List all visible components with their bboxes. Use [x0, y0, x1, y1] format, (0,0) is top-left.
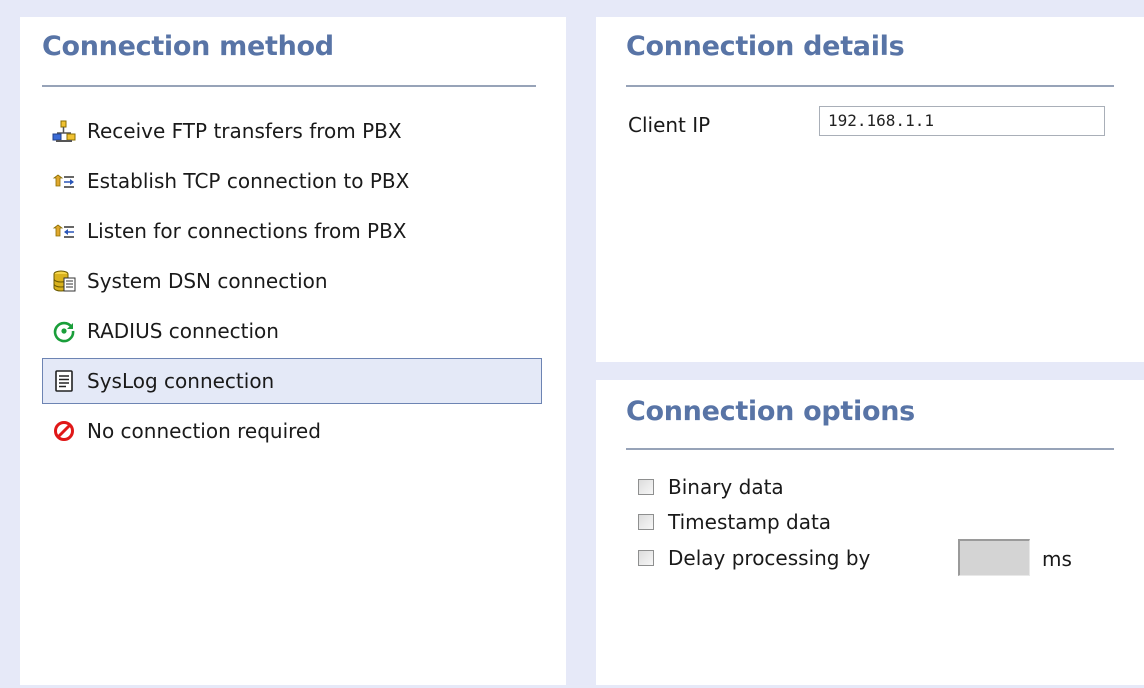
binary-data-option[interactable]: Binary data	[638, 474, 784, 500]
connection-method-title: Connection method	[42, 31, 334, 62]
database-icon	[52, 269, 76, 293]
tcp-inbound-icon	[52, 219, 76, 243]
connection-options-title: Connection options	[626, 396, 915, 427]
method-radius-label: RADIUS connection	[87, 319, 279, 343]
connection-details-panel: Connection details Client IP 192.168.1.1	[596, 17, 1144, 362]
syslog-document-icon	[52, 369, 76, 393]
method-syslog-label: SysLog connection	[87, 369, 275, 393]
method-tcp-establish[interactable]: Establish TCP connection to PBX	[42, 158, 542, 204]
method-none[interactable]: No connection required	[42, 408, 542, 454]
client-ip-input[interactable]: 192.168.1.1	[819, 106, 1105, 136]
method-none-label: No connection required	[87, 419, 321, 443]
connection-method-list: Receive FTP transfers from PBX Establish…	[42, 108, 542, 458]
radius-icon	[52, 319, 76, 343]
method-ftp-label: Receive FTP transfers from PBX	[87, 119, 402, 143]
method-system-dsn-label: System DSN connection	[87, 269, 328, 293]
title-divider	[42, 85, 536, 87]
method-radius[interactable]: RADIUS connection	[42, 308, 542, 354]
method-ftp[interactable]: Receive FTP transfers from PBX	[42, 108, 542, 154]
timestamp-data-checkbox[interactable]	[638, 514, 654, 530]
connection-details-title: Connection details	[626, 31, 905, 62]
tcp-outbound-icon	[52, 169, 76, 193]
ftp-network-icon	[52, 119, 76, 143]
method-tcp-listen-label: Listen for connections from PBX	[87, 219, 407, 243]
binary-data-label: Binary data	[668, 475, 784, 499]
delay-unit-label: ms	[1042, 547, 1072, 571]
client-ip-label: Client IP	[628, 113, 711, 137]
no-entry-icon	[52, 419, 76, 443]
delay-processing-checkbox[interactable]	[638, 550, 654, 566]
delay-processing-option[interactable]: Delay processing by	[638, 545, 870, 571]
title-divider	[626, 448, 1114, 450]
delay-ms-input[interactable]	[958, 539, 1030, 576]
connection-options-panel: Connection options Binary data Timestamp…	[596, 380, 1144, 685]
timestamp-data-label: Timestamp data	[668, 510, 832, 534]
delay-processing-label: Delay processing by	[668, 546, 871, 570]
title-divider	[626, 85, 1114, 87]
method-tcp-listen[interactable]: Listen for connections from PBX	[42, 208, 542, 254]
binary-data-checkbox[interactable]	[638, 479, 654, 495]
method-syslog[interactable]: SysLog connection	[42, 358, 542, 404]
connection-method-panel: Connection method Receive FTP transfers …	[20, 17, 566, 685]
method-tcp-establish-label: Establish TCP connection to PBX	[87, 169, 410, 193]
method-system-dsn[interactable]: System DSN connection	[42, 258, 542, 304]
timestamp-data-option[interactable]: Timestamp data	[638, 509, 831, 535]
